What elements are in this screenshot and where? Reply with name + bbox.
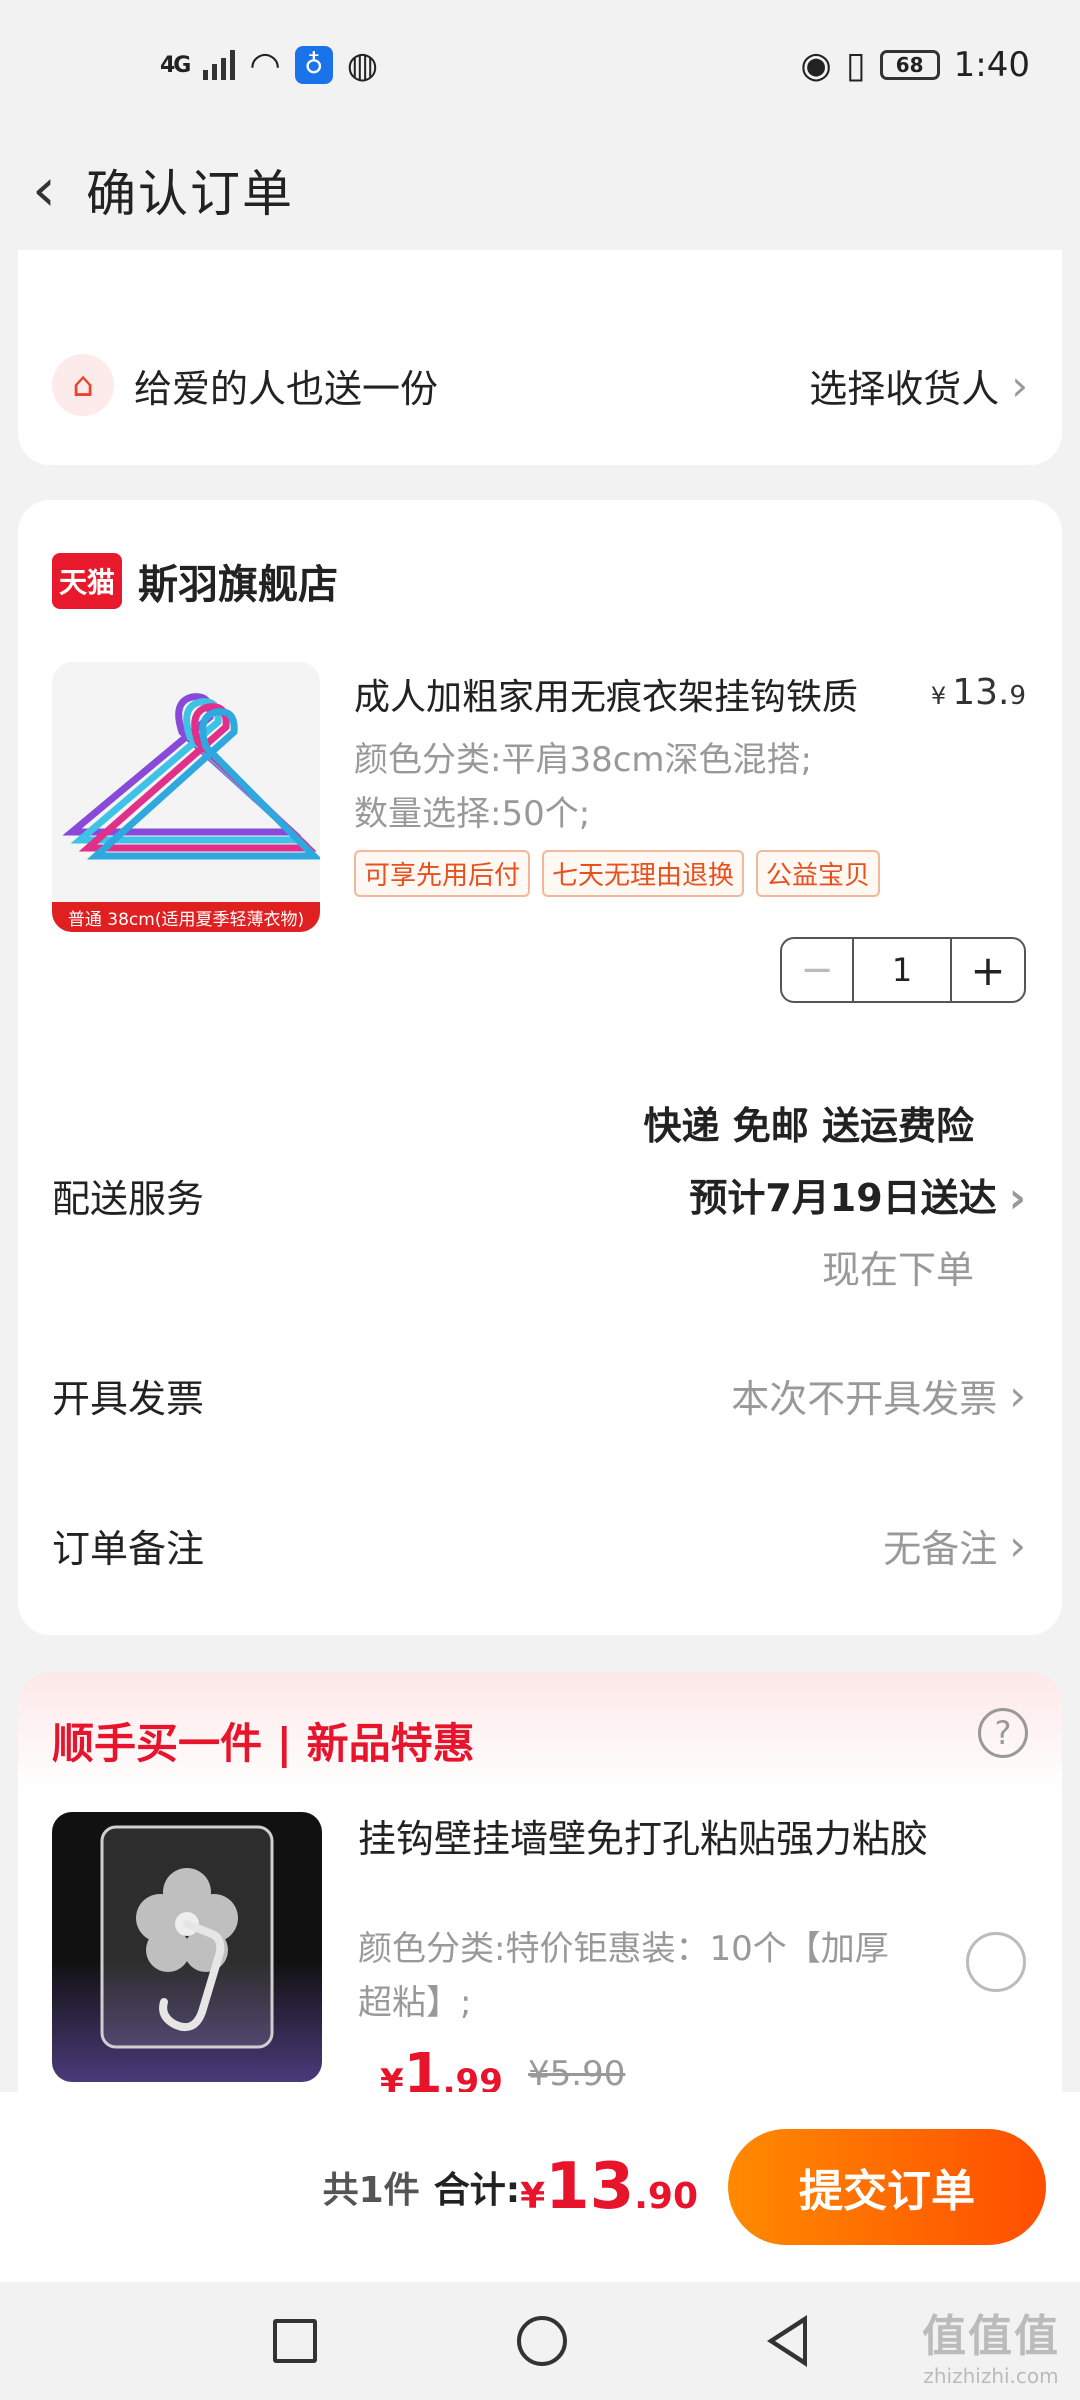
checkout-bar: 共1件 合计: ¥13.90 提交订单	[0, 2092, 1080, 2282]
decrease-button[interactable]: −	[782, 939, 854, 1001]
promo-select-radio[interactable]	[966, 1932, 1026, 1992]
wifi-icon: ◠	[249, 44, 281, 86]
total-label: 合计:	[433, 2170, 521, 2211]
product-tags: 可享先用后付 七天无理由退换 公益宝贝	[354, 850, 881, 897]
chevron-right-icon: ›	[1011, 360, 1028, 410]
tag-charity: 公益宝贝	[756, 850, 881, 897]
gift-row[interactable]: ⌂ 给爱的人也送一份 选择收货人 ›	[52, 350, 1028, 420]
battery-icon: 68	[879, 50, 940, 80]
submit-order-button[interactable]: 提交订单	[728, 2129, 1046, 2245]
system-nav-bar: 值值值 zhizhizhi.com	[0, 2282, 1080, 2400]
select-recipient[interactable]: 选择收货人 ›	[809, 358, 1028, 413]
clock: 1:40	[953, 45, 1030, 85]
increase-button[interactable]: +	[952, 939, 1024, 1001]
shop-name: 斯羽旗舰店	[138, 562, 338, 608]
status-left: 4G ◠ ♁ ◍	[160, 45, 378, 86]
invoice-label: 开具发票	[52, 1376, 205, 1421]
page-title: 确认订单	[86, 165, 294, 223]
invoice-value-wrap: 本次不开具发票 ›	[731, 1368, 1026, 1423]
delivery-eta: 预计7月19日送达 ›	[644, 1162, 1026, 1234]
quantity-input[interactable]: 1	[854, 939, 952, 1001]
delivery-method: 快递 免邮 送运费险	[643, 1104, 974, 1148]
total-price-symbol: ¥	[520, 2176, 546, 2217]
chevron-right-icon: ›	[1008, 1173, 1026, 1222]
nav-bar: ‹ 确认订单	[0, 130, 1080, 250]
delivery-label: 配送服务	[52, 1177, 205, 1221]
bulb-icon: ♁	[294, 46, 333, 84]
watermark-logo: 值值值	[922, 2311, 1060, 2362]
item-count: 共1件	[322, 2170, 420, 2211]
order-note-value: 无备注	[883, 1526, 998, 1571]
promo-product-image[interactable]	[52, 1812, 322, 2082]
gift-icon: ⌂	[52, 354, 114, 416]
total-price-int: 13	[545, 2150, 635, 2224]
wall-hook-illustration	[100, 1825, 274, 2049]
product-image[interactable]: 普通 38cm(适用夏季轻薄衣物)	[52, 662, 320, 932]
order-note-label: 订单备注	[52, 1526, 205, 1571]
watermark-url: zhizhizhi.com	[923, 2364, 1059, 2388]
back-triangle-icon[interactable]	[767, 2315, 807, 2367]
promo-title: 顺手买一件 | 新品特惠	[52, 1719, 475, 1768]
select-recipient-label: 选择收货人	[809, 366, 1000, 411]
product-spec-color: 颜色分类:平肩38cm深色混搭;	[354, 740, 812, 780]
chevron-right-icon: ›	[1009, 1520, 1026, 1570]
watermark: 值值值 zhizhizhi.com	[922, 2300, 1060, 2388]
status-bar: 4G ◠ ♁ ◍ ◉ ▯ 68 1:40	[0, 0, 1080, 130]
network-type: 4G	[160, 52, 191, 78]
status-right: ◉ ▯ 68 1:40	[800, 45, 1030, 86]
help-icon[interactable]: ?	[978, 1708, 1028, 1758]
gift-label: 给爱的人也送一份	[134, 366, 439, 411]
product-title[interactable]: 成人加粗家用无痕衣架挂钩铁质	[354, 668, 858, 720]
tag-seven-day-return: 七天无理由退换	[542, 850, 745, 897]
ball-icon: ◍	[346, 44, 379, 86]
tag-pay-later: 可享先用后付	[354, 850, 531, 897]
product-price-symbol: ¥	[930, 682, 947, 710]
shop-card: 天猫 斯羽旗舰店 普通 38cm(适用夏季轻薄衣物) 成人加粗家用无痕衣架挂钩铁…	[18, 500, 1062, 1635]
order-note-row[interactable]: 订单备注 无备注 ›	[52, 1510, 1026, 1580]
battery-level: 68	[895, 53, 924, 77]
total-price: ¥13.90	[520, 2150, 698, 2224]
shop-header[interactable]: 天猫 斯羽旗舰店	[52, 552, 338, 610]
delivery-options[interactable]: 快递 免邮 送运费险 预计7月19日送达 › 现在下单	[644, 1090, 1026, 1306]
product-price-dec: 9	[1009, 681, 1026, 711]
total-price-dec: .90	[634, 2176, 698, 2217]
home-icon[interactable]	[517, 2316, 567, 2366]
delivery-eta-text: 预计7月19日送达	[689, 1176, 997, 1220]
invoice-value: 本次不开具发票	[731, 1376, 998, 1421]
chevron-right-icon: ›	[1009, 1370, 1026, 1420]
invoice-row[interactable]: 开具发票 本次不开具发票 ›	[52, 1360, 1026, 1430]
eye-icon: ◉	[800, 44, 832, 86]
signal-icon	[203, 50, 236, 80]
chevron-left-icon[interactable]: ‹	[14, 155, 74, 225]
delivery-order-now: 现在下单	[821, 1248, 974, 1292]
product-price: ¥13.9	[931, 672, 1026, 713]
promo-old-price: ¥5.90	[528, 2054, 626, 2094]
order-note-value-wrap: 无备注 ›	[883, 1518, 1026, 1573]
product-spec-qty: 数量选择:50个;	[354, 794, 591, 834]
gift-card: ⌂ 给爱的人也送一份 选择收货人 ›	[18, 250, 1062, 465]
recent-apps-icon[interactable]	[273, 2319, 317, 2363]
quantity-stepper: − 1 +	[780, 937, 1026, 1003]
tmall-logo: 天猫	[52, 553, 122, 609]
promo-product-name[interactable]: 挂钩壁挂墙壁免打孔粘贴强力粘胶	[358, 1812, 948, 1866]
hanger-illustration	[62, 693, 320, 860]
promo-card: 顺手买一件 | 新品特惠 ? 挂钩壁挂墙壁免打孔粘贴强力粘胶 颜色分类:特价钜惠…	[18, 1672, 1062, 2107]
vibrate-icon: ▯	[845, 44, 866, 86]
product-price-int: 13.	[952, 672, 1010, 713]
promo-product-spec: 颜色分类:特价钜惠装：10个【加厚超粘】;	[358, 1929, 889, 2023]
product-image-caption: 普通 38cm(适用夏季轻薄衣物)	[52, 902, 320, 932]
